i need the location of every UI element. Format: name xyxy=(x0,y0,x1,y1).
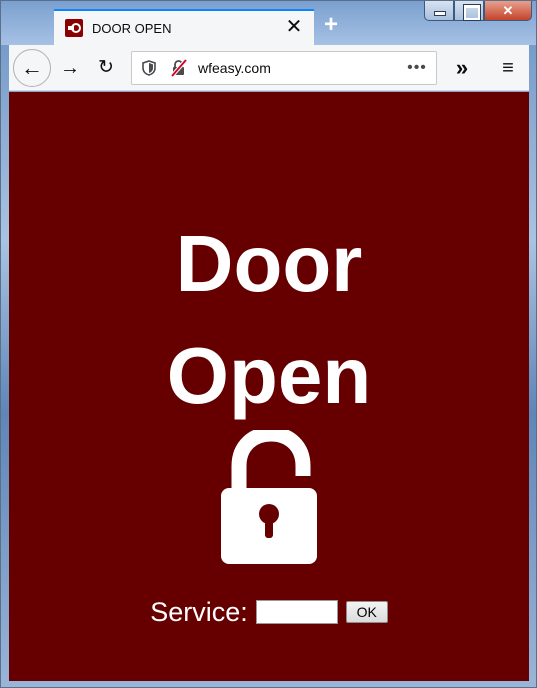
window-controls xyxy=(424,1,532,23)
tab-close-icon[interactable]: ✕ xyxy=(282,16,306,40)
url-text[interactable]: wfeasy.com xyxy=(198,60,404,76)
headline-door: Door xyxy=(175,219,363,308)
headline-open: Open xyxy=(166,331,372,420)
service-input[interactable] xyxy=(255,600,338,624)
ok-button[interactable]: OK xyxy=(345,601,388,623)
insecure-lock-slash-icon[interactable] xyxy=(170,58,188,78)
maximize-button[interactable] xyxy=(454,1,484,21)
tab-strip: DOOR OPEN ✕ + xyxy=(1,1,536,45)
back-button[interactable]: ← xyxy=(13,49,51,87)
tracking-protection-shield-icon[interactable] xyxy=(142,60,156,76)
tab-title: DOOR OPEN xyxy=(92,20,172,36)
overflow-menu-icon[interactable]: » xyxy=(447,53,477,83)
reload-button[interactable]: ↻ xyxy=(91,53,121,83)
door-key-icon xyxy=(65,19,83,37)
unlocked-padlock-icon xyxy=(217,426,321,566)
forward-button[interactable]: → xyxy=(55,53,85,83)
service-form: Service: OK xyxy=(9,595,529,629)
page-content: Door Open Service: OK xyxy=(9,92,529,681)
minimize-button[interactable] xyxy=(424,1,454,21)
service-label: Service: xyxy=(150,596,248,627)
hamburger-menu-icon[interactable]: ≡ xyxy=(493,53,523,83)
new-tab-button[interactable]: + xyxy=(317,12,345,40)
browser-window: DOOR OPEN ✕ + ← → ↻ xyxy=(0,0,537,688)
navigation-toolbar: ← → ↻ wfeasy.com ••• » ≡ xyxy=(9,45,529,91)
address-bar[interactable]: wfeasy.com ••• xyxy=(131,51,437,85)
close-window-button[interactable] xyxy=(484,1,532,21)
tab-door-open[interactable]: DOOR OPEN ✕ xyxy=(54,9,314,45)
page-actions-icon[interactable]: ••• xyxy=(404,59,430,77)
